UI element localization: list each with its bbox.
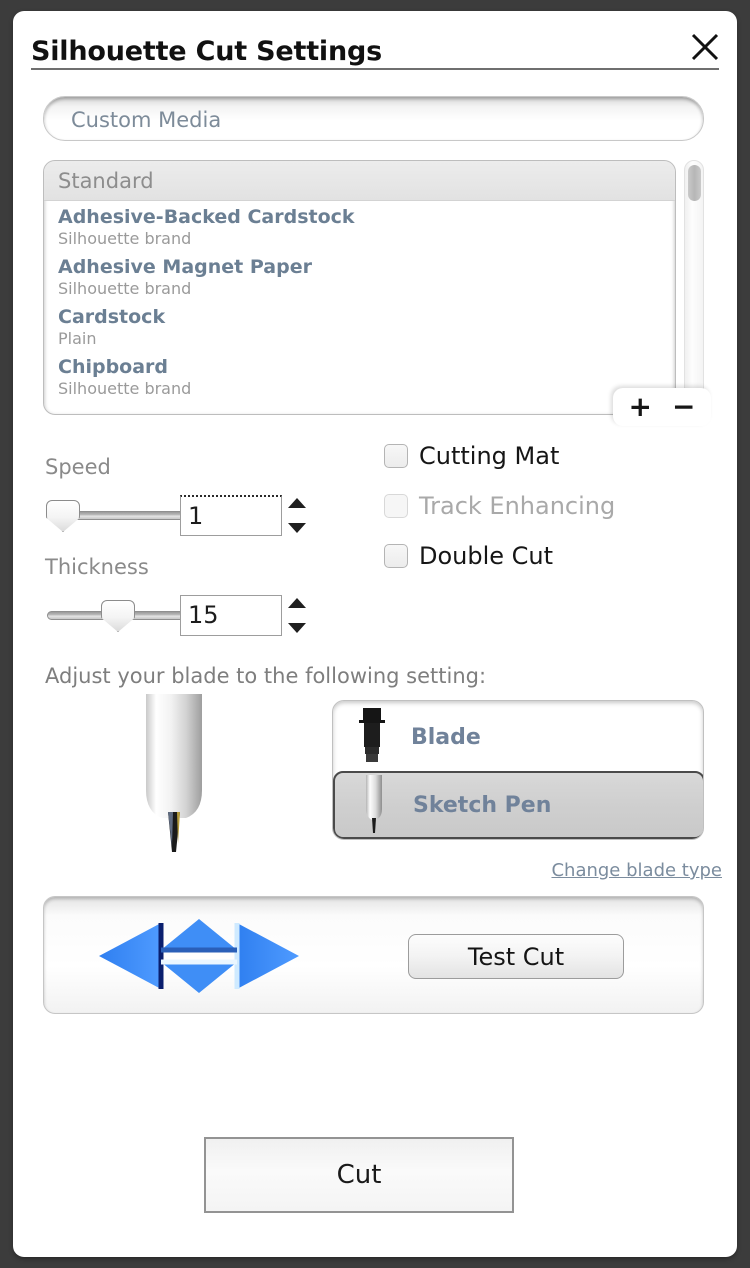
media-list-scrollbar[interactable] (684, 160, 704, 415)
thickness-decrement-icon[interactable] (288, 623, 306, 633)
media-item-sub: Silhouette brand (58, 279, 192, 298)
speed-input[interactable]: 1 (180, 495, 282, 536)
media-item-sub: Silhouette brand (58, 379, 192, 398)
media-item-sub: Plain (58, 329, 97, 348)
add-media-button[interactable]: + (625, 393, 656, 421)
blade-type-label: Sketch Pen (413, 792, 552, 818)
blade-type-option-blade[interactable]: Blade (333, 703, 703, 771)
blade-illustration-icon (124, 694, 224, 858)
speed-label: Speed (45, 455, 111, 479)
media-list-container: Standard Adhesive-Backed Cardstock Silho… (43, 160, 711, 426)
remove-media-button[interactable]: − (668, 393, 699, 421)
thickness-slider-track[interactable] (47, 600, 192, 632)
checkbox-track-enhancing: Track Enhancing (384, 492, 615, 520)
media-item-name: Cardstock (58, 306, 166, 328)
sketch-pen-icon (335, 775, 413, 835)
checkbox-cutting-mat[interactable]: Cutting Mat (384, 442, 559, 470)
track-enhancing-label: Track Enhancing (419, 492, 616, 520)
checkbox-double-cut[interactable]: Double Cut (384, 542, 553, 570)
test-cut-panel: Test Cut (43, 896, 704, 1014)
test-cut-button[interactable]: Test Cut (408, 934, 624, 979)
speed-slider-thumb[interactable] (46, 500, 80, 532)
cutting-mat-label: Cutting Mat (419, 442, 560, 470)
thickness-label: Thickness (45, 555, 149, 579)
track-enhancing-checkbox-icon (384, 494, 408, 518)
blade-type-panel: Blade Sketch Pen (332, 700, 704, 840)
cutting-mat-checkbox-icon[interactable] (384, 444, 408, 468)
four-way-arrows-icon[interactable] (99, 917, 299, 999)
title-divider (31, 68, 719, 70)
list-item[interactable]: Chipboard Silhouette brand (44, 351, 675, 401)
change-blade-type-link[interactable]: Change blade type (551, 860, 722, 881)
list-item[interactable]: Adhesive Magnet Paper Silhouette brand (44, 251, 675, 301)
media-item-name: Adhesive-Backed Cardstock (58, 206, 355, 228)
list-item[interactable]: Adhesive-Backed Cardstock Silhouette bra… (44, 201, 675, 251)
close-icon[interactable] (688, 30, 722, 64)
media-item-name: Chipboard (58, 356, 169, 378)
thickness-slider-thumb[interactable] (101, 600, 135, 632)
media-group-header: Standard (44, 161, 675, 201)
titlebar: Silhouette Cut Settings (14, 12, 736, 70)
speed-decrement-icon[interactable] (288, 523, 306, 533)
media-add-remove-panel: + − (613, 388, 711, 426)
thickness-increment-icon[interactable] (288, 598, 306, 608)
speed-increment-icon[interactable] (288, 498, 306, 508)
blade-icon (333, 706, 411, 768)
media-item-name: Adhesive Magnet Paper (58, 256, 312, 278)
double-cut-checkbox-icon[interactable] (384, 544, 408, 568)
cut-button[interactable]: Cut (204, 1137, 514, 1213)
scrollbar-thumb[interactable] (688, 165, 701, 201)
blade-instruction: Adjust your blade to the following setti… (45, 664, 487, 688)
double-cut-label: Double Cut (419, 542, 554, 570)
blade-type-option-sketch-pen[interactable]: Sketch Pen (333, 771, 703, 839)
media-list[interactable]: Standard Adhesive-Backed Cardstock Silho… (43, 160, 676, 415)
custom-media-field[interactable]: Custom Media (43, 96, 704, 141)
media-item-sub: Silhouette brand (58, 229, 192, 248)
list-item[interactable]: Cardstock Plain (44, 301, 675, 351)
blade-type-label: Blade (411, 724, 481, 750)
speed-stepper[interactable] (288, 495, 306, 536)
custom-media-value: Custom Media (71, 108, 222, 132)
cut-settings-window: Silhouette Cut Settings Custom Media Sta… (14, 12, 736, 1256)
page-title: Silhouette Cut Settings (31, 36, 382, 67)
thickness-input[interactable]: 15 (180, 595, 282, 636)
speed-slider-track[interactable] (46, 500, 192, 532)
thickness-stepper[interactable] (288, 595, 306, 636)
